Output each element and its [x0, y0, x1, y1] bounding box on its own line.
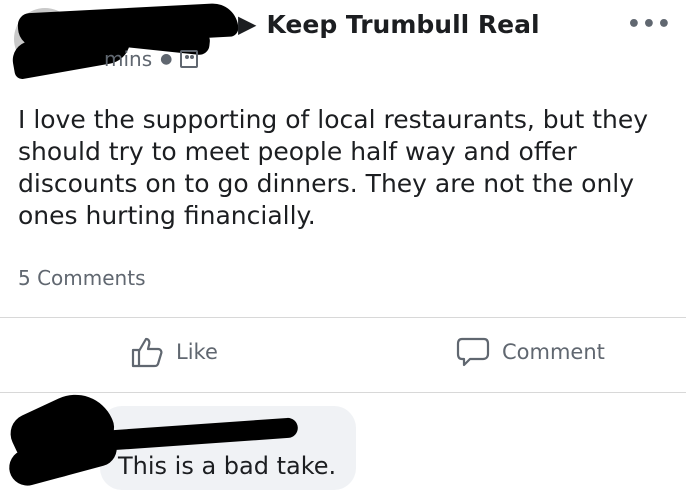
divider: [0, 392, 686, 393]
divider: [0, 317, 686, 318]
group-name-link[interactable]: Keep Trumbull Real: [266, 10, 539, 39]
comment-label: Comment: [502, 340, 605, 364]
post-meta: mins ●: [104, 47, 199, 71]
like-button[interactable]: Like: [130, 336, 218, 368]
speech-bubble-icon: [456, 337, 490, 367]
like-label: Like: [176, 340, 218, 364]
group-privacy-icon: [180, 50, 199, 68]
more-options-icon[interactable]: •••: [627, 12, 672, 37]
comment-text: This is a bad take.: [118, 452, 337, 480]
post-body: I love the supporting of local restauran…: [18, 105, 649, 230]
right-arrow-icon: ▶: [238, 10, 257, 38]
post-header: ▶ Keep Trumbull Real: [238, 8, 540, 40]
separator-dot: ●: [160, 51, 173, 67]
post-timestamp[interactable]: mins: [104, 47, 152, 71]
comment-count[interactable]: 5 Comments: [18, 266, 146, 290]
comment-button[interactable]: Comment: [456, 336, 605, 368]
thumbs-up-icon: [131, 337, 163, 368]
